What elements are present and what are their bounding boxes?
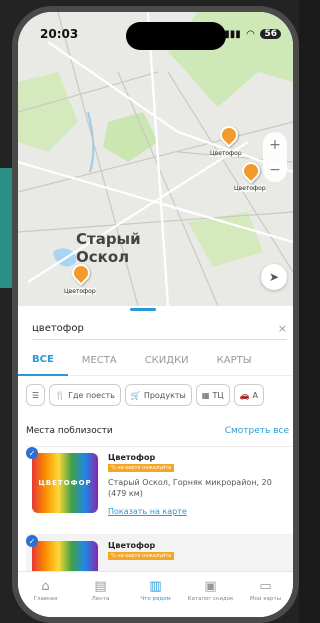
chip-label: Продукты xyxy=(143,390,186,400)
sheet-grabber[interactable] xyxy=(130,308,156,311)
nav-label: Каталог скидок xyxy=(187,596,234,602)
status-bar: 20:03 ▮▮▮ ◠ 56 xyxy=(40,24,281,44)
zoom-control: + − xyxy=(263,132,287,182)
filter-chip[interactable]: ▦ ТЦ xyxy=(195,384,230,406)
verified-check-icon: ✓ xyxy=(26,447,38,459)
nav-label: Главная xyxy=(33,596,58,602)
nav-catalog[interactable]: ▣ Каталог скидок xyxy=(187,579,234,603)
nearby-header: Места поблизости Смотреть все xyxy=(26,426,289,436)
pin-label: Цветофор xyxy=(64,288,96,295)
battery-icon: 56 xyxy=(260,29,281,39)
discount-badge: % на карте пожалуйте xyxy=(108,464,175,472)
place-name: Цветофор xyxy=(108,541,156,550)
status-icons: ▮▮▮ ◠ 56 xyxy=(224,29,281,40)
home-icon: ⌂ xyxy=(41,579,50,594)
feed-icon: ▤ xyxy=(94,579,107,594)
place-address: Старый Оскол, Горняк микрорайон, 20 (479… xyxy=(108,478,272,498)
search-input[interactable]: цветофор xyxy=(32,323,84,334)
clear-search-icon[interactable]: × xyxy=(278,322,287,335)
city-label-line: Старый xyxy=(76,230,141,248)
filter-chip[interactable]: ☰ xyxy=(26,384,46,406)
filter-chips: ☰ 🍴 Где поесть 🛒 Продукты ▦ ТЦ 🚗 А xyxy=(26,384,293,408)
nav-label: Мои карты xyxy=(249,596,282,602)
result-tabs: ВСЕ МЕСТА СКИДКИ КАРТЫ xyxy=(18,346,293,376)
mall-icon: ▦ xyxy=(201,390,210,400)
cards-icon: ▭ xyxy=(259,579,272,594)
filter-icon: ☰ xyxy=(32,390,40,400)
nav-nearby[interactable]: ▥ Что рядом xyxy=(133,579,179,603)
logo-text: ЦВЕТОФОР xyxy=(38,479,92,487)
fork-knife-icon: 🍴 xyxy=(55,390,66,400)
chip-label: А xyxy=(252,390,258,400)
nav-cards[interactable]: ▭ Мои карты xyxy=(243,579,289,603)
store-logo: ЦВЕТОФОР xyxy=(32,453,98,513)
signal-icon: ▮▮▮ xyxy=(224,28,241,40)
see-all-link[interactable]: Смотреть все xyxy=(225,426,289,436)
bottom-sheet: цветофор × ВСЕ МЕСТА СКИДКИ КАРТЫ ☰ 🍴 Где… xyxy=(18,306,293,617)
cart-icon: 🛒 xyxy=(130,390,141,400)
zoom-out-button[interactable]: − xyxy=(269,162,281,178)
chip-label: ТЦ xyxy=(212,390,224,400)
nav-feed[interactable]: ▤ Лента xyxy=(78,579,124,603)
zoom-in-button[interactable]: + xyxy=(269,137,281,153)
pin-label: Цветофор xyxy=(234,185,266,192)
chip-label: Где поесть xyxy=(68,390,115,400)
wifi-icon: ◠ xyxy=(246,28,255,40)
filter-chip[interactable]: 🛒 Продукты xyxy=(124,384,192,406)
discount-badge: % на карте пожалуйте xyxy=(108,552,175,560)
tab-all[interactable]: ВСЕ xyxy=(18,346,68,376)
nav-label: Что рядом xyxy=(140,596,171,602)
verified-check-icon: ✓ xyxy=(26,535,38,547)
tab-cards[interactable]: КАРТЫ xyxy=(203,346,266,376)
map-view[interactable]: 20:03 ▮▮▮ ◠ 56 Цветофор Цветофор Цветофо… xyxy=(18,12,293,306)
pin-label: Цветофор xyxy=(210,150,242,157)
status-time: 20:03 xyxy=(40,27,79,41)
nav-home[interactable]: ⌂ Главная xyxy=(23,579,69,603)
city-label-line: Оскол xyxy=(76,248,130,266)
catalog-icon: ▣ xyxy=(204,579,217,594)
place-card[interactable]: ЦВЕТОФОР ✓ Цветофор % на карте пожалуйте… xyxy=(26,446,293,530)
place-name: Цветофор xyxy=(108,453,156,462)
tab-discounts[interactable]: СКИДКИ xyxy=(131,346,203,376)
bottom-nav: ⌂ Главная ▤ Лента ▥ Что рядом ▣ Каталог … xyxy=(18,571,293,617)
search-field[interactable]: цветофор × xyxy=(32,318,287,340)
show-on-map-link[interactable]: Показать на карте xyxy=(108,507,187,516)
map-icon: ▥ xyxy=(149,579,162,594)
locate-me-button[interactable]: ➤ xyxy=(261,264,287,290)
map-roads xyxy=(18,12,293,306)
navigation-arrow-icon: ➤ xyxy=(268,270,280,284)
tab-places[interactable]: МЕСТА xyxy=(68,346,131,376)
filter-chip[interactable]: 🍴 Где поесть xyxy=(49,384,121,406)
screen: 20:03 ▮▮▮ ◠ 56 Цветофор Цветофор Цветофо… xyxy=(18,12,293,617)
phone-frame: 20:03 ▮▮▮ ◠ 56 Цветофор Цветофор Цветофо… xyxy=(12,6,299,623)
city-label: Старый Оскол xyxy=(76,230,141,266)
filter-chip[interactable]: 🚗 А xyxy=(233,384,264,406)
nav-label: Лента xyxy=(91,596,110,602)
section-title: Места поблизости xyxy=(26,426,113,436)
car-icon: 🚗 xyxy=(239,390,250,400)
